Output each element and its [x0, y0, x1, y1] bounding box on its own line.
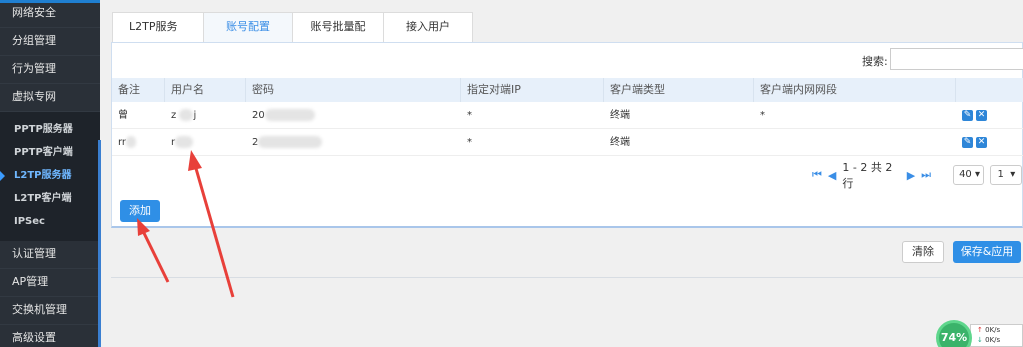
divider — [111, 277, 1023, 278]
tab-connected-users[interactable]: 接入用户 — [383, 12, 473, 42]
cell-username: z j — [165, 102, 246, 128]
cell-password-text: 20 — [252, 110, 265, 121]
sidebar-item-switch-management[interactable]: 交换机管理 — [0, 297, 100, 325]
cell-username: r — [165, 129, 246, 155]
page-size-value: 40 — [959, 169, 972, 180]
cell-password: 20 — [246, 102, 461, 128]
sidebar-submenu-vpn: PPTP服务器 PPTP客户端 L2TP服务器 L2TP客户端 IPSec — [0, 112, 100, 241]
speed-box: ↑ 0K/s ↓ 0K/s — [970, 324, 1023, 347]
row-actions: ✎ ✕ — [956, 129, 1023, 156]
edit-icon[interactable]: ✎ — [962, 110, 973, 121]
sidebar-accent — [0, 0, 100, 3]
column-header-note: 备注 — [112, 78, 165, 102]
page-size-select[interactable]: 40 ▾ — [953, 165, 985, 185]
redacted-blur — [175, 136, 194, 148]
tab-l2tp-server[interactable]: L2TP服务器 — [112, 12, 204, 61]
sidebar-item-ap-management[interactable]: AP管理 — [0, 269, 100, 297]
redacted-blur — [264, 109, 315, 121]
pagination-info: 1 - 2 共 2 行 — [842, 161, 893, 190]
sidebar-item-network-security[interactable]: 网络安全 — [0, 0, 100, 28]
column-header-client-type: 客户端类型 — [604, 78, 754, 102]
download-speed: 0K/s — [985, 336, 1001, 344]
sidebar-item-advanced-settings[interactable]: 高级设置 — [0, 325, 100, 347]
column-header-client-lan: 客户端内网网段 — [754, 78, 956, 102]
last-page-icon[interactable]: ⏭ — [921, 168, 931, 182]
cell-client-type: 终端 — [610, 110, 630, 121]
cell-username-text: z — [171, 110, 177, 121]
account-panel: 搜索: 备注 用户名 密码 指定对端IP 客户端类型 客户端内网网段 曾 z j… — [111, 42, 1023, 228]
sidebar-item-auth-management[interactable]: 认证管理 — [0, 241, 100, 269]
tab-account-config[interactable]: 账号配置 — [203, 12, 293, 42]
cell-peer-ip: * — [467, 137, 472, 148]
redacted-blur — [258, 136, 323, 148]
sidebar-item-behavior-management[interactable]: 行为管理 — [0, 56, 100, 84]
cell-note-text: rr — [118, 137, 127, 148]
sidebar-subitem-ipsec[interactable]: IPSec — [0, 210, 100, 233]
sidebar-scrollbar[interactable] — [98, 140, 101, 347]
edit-icon[interactable]: ✎ — [962, 137, 973, 148]
column-header-password: 密码 — [246, 78, 461, 102]
sidebar-item-group-management[interactable]: 分组管理 — [0, 28, 100, 56]
pagination: ⏮ ◀ 1 - 2 共 2 行 ▶ ⏭ 40 ▾ 1 ▾ — [812, 161, 1022, 190]
sidebar-subitem-pptp-client[interactable]: PPTP客户端 — [0, 141, 100, 164]
redacted-blur — [179, 109, 194, 121]
table-row[interactable]: 曾 z j 20 * 终端 * ✎ ✕ — [112, 102, 1023, 129]
clear-button[interactable]: 清除 — [902, 241, 944, 263]
cell-username-tail: j — [193, 110, 197, 121]
sidebar-item-vpn[interactable]: 虚拟专网 — [0, 84, 100, 112]
upload-speed: 0K/s — [985, 326, 1001, 334]
sidebar-subitem-l2tp-server[interactable]: L2TP服务器 — [0, 164, 100, 187]
usage-percent-gauge: 74% — [936, 320, 972, 347]
tab-bar: L2TP服务器 账号配置 账号批量配置 接入用户 — [112, 12, 473, 61]
network-speed-widget[interactable]: ↑ 0K/s ↓ 0K/s 74% — [936, 320, 1023, 347]
cell-peer-ip: * — [467, 110, 472, 121]
cell-client-type: 终端 — [610, 137, 630, 148]
save-apply-button[interactable]: 保存&应用 — [953, 241, 1021, 263]
upload-arrow-icon: ↑ — [977, 326, 983, 334]
prev-page-icon[interactable]: ◀ — [828, 169, 836, 182]
sidebar: 网络安全 分组管理 行为管理 虚拟专网 PPTP服务器 PPTP客户端 L2TP… — [0, 0, 101, 347]
tab-batch-account-config[interactable]: 账号批量配置 — [292, 12, 384, 61]
redacted-blur — [126, 136, 137, 148]
column-header-peer-ip: 指定对端IP — [461, 78, 604, 102]
search-label: 搜索: — [862, 55, 888, 68]
cell-note: rr — [112, 129, 165, 155]
delete-icon[interactable]: ✕ — [976, 110, 987, 121]
cell-note: 曾 — [118, 110, 128, 121]
sidebar-subitem-l2tp-client[interactable]: L2TP客户端 — [0, 187, 100, 210]
delete-icon[interactable]: ✕ — [976, 137, 987, 148]
cell-client-lan: * — [760, 110, 765, 121]
column-header-username: 用户名 — [165, 78, 246, 102]
page-value: 1 — [997, 169, 1004, 180]
sidebar-subitem-pptp-server[interactable]: PPTP服务器 — [0, 118, 100, 141]
search-input[interactable] — [890, 48, 1023, 70]
first-page-icon[interactable]: ⏮ — [812, 168, 822, 182]
cell-client-lan — [754, 129, 956, 155]
page-select[interactable]: 1 ▾ — [990, 165, 1022, 185]
table-header: 备注 用户名 密码 指定对端IP 客户端类型 客户端内网网段 — [112, 78, 1023, 102]
column-header-actions — [956, 78, 1023, 102]
download-arrow-icon: ↓ — [977, 336, 983, 344]
add-button[interactable]: 添加 — [120, 200, 160, 222]
row-actions: ✎ ✕ — [956, 102, 1023, 129]
next-page-icon[interactable]: ▶ — [907, 169, 915, 182]
table-row[interactable]: rr r 2 * 终端 ✎ ✕ — [112, 129, 1023, 156]
cell-password: 2 — [246, 129, 461, 155]
